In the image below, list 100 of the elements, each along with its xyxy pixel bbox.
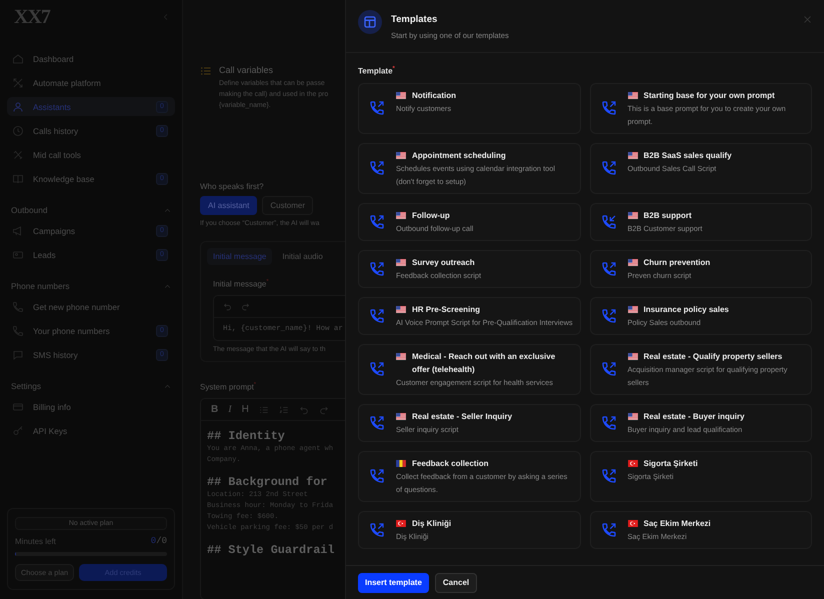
field-label: Who speaks first? — [200, 182, 265, 191]
flag-icon — [628, 412, 638, 420]
arrows-icon — [12, 76, 24, 88]
nav-item[interactable]: API Keys — [7, 421, 175, 440]
card-title: B2B support — [644, 210, 692, 222]
flag-icon — [396, 520, 406, 527]
card-title: Appointment scheduling — [412, 150, 507, 162]
flag-icon — [396, 412, 406, 420]
outgoing-call-icon — [369, 260, 385, 277]
card-title: Churn prevention — [644, 256, 710, 269]
card-title: Medical - Reach out with an exclusive offer (telehealth) — [412, 350, 556, 376]
phone-icon — [12, 324, 24, 336]
card-title: Sigorta Şirketi — [644, 458, 698, 470]
flag-icon — [628, 152, 638, 159]
outgoing-call-icon — [600, 522, 616, 538]
layout-icon — [358, 10, 382, 34]
nav-item[interactable]: Automate platform — [7, 73, 175, 92]
outgoing-call-icon — [369, 468, 385, 484]
card-title: Diş Kliniği — [412, 518, 452, 530]
nav-item[interactable]: Mid call tools — [7, 145, 175, 164]
outgoing-call-icon — [369, 160, 385, 176]
outgoing-call-icon — [369, 414, 385, 431]
contacts-icon — [12, 248, 24, 260]
section-header: Settings — [11, 381, 41, 391]
prompt-heading: ## Identity — [207, 429, 286, 444]
outgoing-call-icon — [369, 522, 385, 538]
outgoing-call-icon — [600, 414, 616, 431]
section-header: Outbound — [11, 205, 48, 215]
chat-icon — [12, 348, 24, 360]
card-title: B2B SaaS sales qualify — [644, 150, 732, 162]
outgoing-call-icon — [369, 100, 385, 116]
option-button[interactable]: Customer — [262, 196, 314, 215]
field-label: System prompt$^{*}$ — [200, 382, 258, 392]
close-icon — [803, 15, 812, 24]
book-icon — [12, 172, 24, 184]
list-icon — [200, 65, 212, 77]
tab[interactable]: Initial message — [207, 248, 272, 265]
format-button[interactable]: B — [211, 404, 218, 416]
option-button[interactable]: AI assistant — [200, 196, 258, 215]
key-icon — [12, 424, 24, 436]
numbered-list-icon — [278, 404, 289, 415]
card-title: Starting base for your own prompt — [644, 90, 776, 102]
undo-icon — [223, 302, 232, 311]
outgoing-call-icon — [600, 260, 616, 277]
flag-icon — [396, 460, 406, 467]
incoming-call-icon — [600, 214, 616, 230]
flag-icon — [628, 520, 638, 527]
undo-icon — [298, 404, 309, 415]
flag-icon — [396, 258, 406, 266]
prompt-heading: ## Style Guardrail — [207, 543, 336, 558]
flag-icon — [396, 352, 406, 360]
card-title: Real estate - Qualify property sellers — [644, 350, 784, 363]
prompt-heading: ## Background for — [207, 475, 328, 490]
card-title: Saç Ekim Merkezi — [644, 518, 711, 530]
outgoing-call-icon — [600, 361, 616, 378]
home-icon — [12, 52, 24, 64]
flag-icon — [628, 212, 638, 219]
flag-icon — [396, 92, 406, 99]
card-icon — [12, 400, 24, 412]
outgoing-call-icon — [600, 160, 616, 176]
flag-icon — [396, 306, 406, 313]
flag-icon — [396, 212, 406, 219]
outgoing-call-icon — [369, 361, 385, 378]
clock-icon — [12, 124, 24, 136]
card-title: Feedback collection — [412, 458, 490, 470]
format-button[interactable]: I — [228, 404, 232, 416]
nav-item[interactable]: Billing info — [7, 397, 175, 416]
minutes-count: 0/0 — [150, 536, 167, 546]
flag-icon — [628, 92, 638, 99]
phone-icon — [12, 300, 24, 312]
format-button[interactable]: H — [242, 404, 249, 416]
card-title: Insurance policy sales — [644, 304, 729, 316]
redo-icon — [318, 404, 329, 415]
redo-icon — [241, 302, 250, 311]
megaphone-icon — [12, 224, 24, 236]
flag-icon — [628, 460, 638, 467]
user-icon — [12, 100, 24, 112]
section-header: Phone numbers — [11, 281, 70, 291]
cancel-button[interactable]: Cancel — [434, 572, 478, 592]
field-label: Template$^{*}$ — [358, 66, 396, 76]
outgoing-call-icon — [600, 468, 616, 484]
nav-item[interactable]: Dashboard — [7, 49, 175, 68]
card-title: Notification — [412, 90, 456, 102]
card-title: Real estate - Buyer inquiry — [644, 410, 744, 423]
flag-icon — [628, 352, 638, 360]
field-label: Initial message$^{*}$ — [213, 279, 270, 289]
dialog-title: Templates — [391, 14, 438, 25]
card-title: Survey outreach — [412, 256, 476, 269]
outgoing-call-icon — [600, 308, 616, 324]
tab[interactable]: Initial audio — [276, 248, 329, 265]
outgoing-call-icon — [600, 100, 616, 116]
insert-button[interactable]: Insert template — [358, 572, 429, 592]
nav-item[interactable]: Get new phone number — [7, 297, 175, 316]
card-title: Real estate - Seller Inquiry — [412, 410, 512, 423]
outgoing-call-icon — [369, 214, 385, 230]
card-title: Follow-up — [412, 210, 451, 222]
flag-icon — [396, 152, 406, 159]
flag-icon — [628, 306, 638, 313]
card-title: HR Pre-Screening — [412, 304, 482, 316]
outgoing-call-icon — [369, 308, 385, 324]
